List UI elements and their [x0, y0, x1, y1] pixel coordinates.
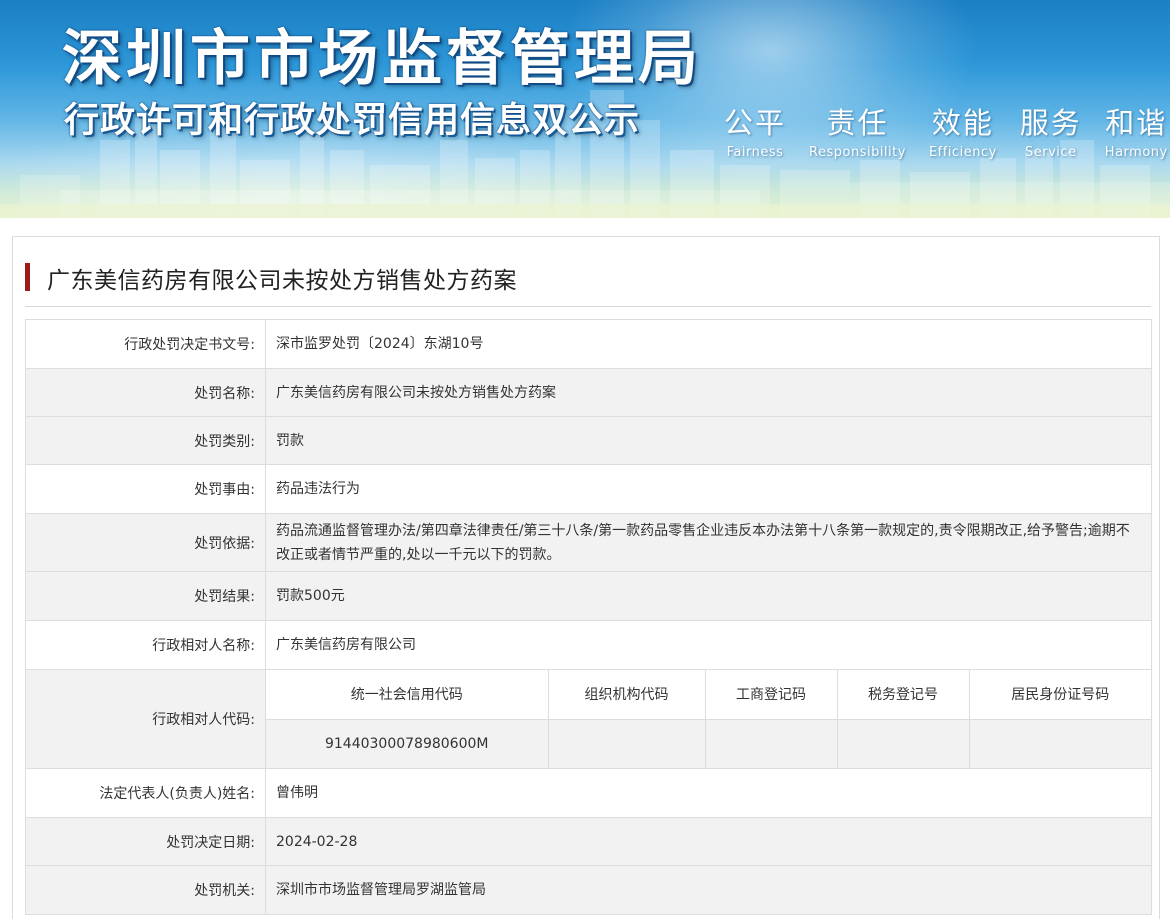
case-detail-panel: 广东美信药房有限公司未按处方销售处方药案 行政处罚决定书文号: 深市监罗处罚〔2… [12, 236, 1160, 919]
value-item: 公平 Fairness [724, 100, 786, 160]
value-cn: 公平 [724, 106, 787, 140]
value-en: Responsibility [809, 145, 906, 160]
case-header: 广东美信药房有限公司未按处方销售处方药案 [25, 259, 1151, 307]
table-row-party-codes: 行政相对人代码: 统一社会信用代码 组织机构代码 工商登记码 税务登记号 居民身… [25, 669, 1152, 769]
code-header: 统一社会信用代码 [266, 670, 549, 720]
value-en: Service [1025, 145, 1077, 160]
row-label: 处罚机关: [25, 865, 266, 915]
row-label: 行政相对人名称: [25, 620, 266, 670]
code-header: 税务登记号 [837, 670, 970, 720]
value-item: 效能 Efficiency [929, 100, 997, 160]
table-row-penalty-basis: 处罚依据: 药品流通监督管理办法/第四章法律责任/第三十八条/第一款药品零售企业… [25, 513, 1152, 572]
row-label: 行政处罚决定书文号: [25, 319, 266, 369]
code-header: 组织机构代码 [548, 670, 706, 720]
value-item: 责任 Responsibility [809, 100, 906, 160]
table-row-decision-number: 行政处罚决定书文号: 深市监罗处罚〔2024〕东湖10号 [25, 319, 1152, 369]
row-value: 罚款500元 [265, 571, 1152, 621]
portal-subtitle: 行政许可和行政处罚信用信息双公示 [64, 101, 641, 141]
table-row-penalty-category: 处罚类别: 罚款 [25, 416, 1152, 465]
header-banner: 深圳市市场监督管理局 行政许可和行政处罚信用信息双公示 公平 Fairness … [0, 0, 1170, 218]
row-label: 处罚事由: [25, 464, 266, 514]
value-cn: 服务 [1019, 106, 1082, 140]
table-row-decision-date: 处罚决定日期: 2024-02-28 [25, 817, 1152, 866]
codes-value-row: 91440300078980600M [266, 719, 1151, 768]
code-value: 91440300078980600M [266, 719, 549, 768]
table-row-legal-representative: 法定代表人(负责人)姓名: 曾伟明 [25, 768, 1152, 818]
table-row-penalty-reason: 处罚事由: 药品违法行为 [25, 464, 1152, 514]
value-item: 和谐 Harmony [1105, 100, 1168, 160]
value-en: Efficiency [928, 145, 997, 160]
core-values: 公平 Fairness 责任 Responsibility 效能 Efficie… [724, 100, 1170, 160]
value-cn: 和谐 [1105, 106, 1168, 140]
row-value: 2024-02-28 [265, 817, 1152, 866]
code-header: 居民身份证号码 [969, 670, 1151, 720]
row-label: 行政相对人代码: [25, 669, 266, 769]
value-cn: 效能 [931, 106, 994, 140]
value-en: Fairness [726, 145, 784, 160]
value-en: Harmony [1104, 145, 1168, 160]
code-value [705, 719, 838, 768]
row-value: 罚款 [265, 416, 1152, 465]
row-value: 深市监罗处罚〔2024〕东湖10号 [265, 319, 1152, 369]
table-row-penalty-authority: 处罚机关: 深圳市市场监督管理局罗湖监管局 [25, 865, 1152, 915]
value-item: 服务 Service [1020, 100, 1082, 160]
row-label: 法定代表人(负责人)姓名: [25, 768, 266, 818]
penalty-info-table: 行政处罚决定书文号: 深市监罗处罚〔2024〕东湖10号 处罚名称: 广东美信药… [25, 319, 1152, 915]
value-cn: 责任 [826, 106, 889, 140]
code-value [837, 719, 970, 768]
code-header: 工商登记码 [705, 670, 838, 720]
row-value: 药品违法行为 [265, 464, 1152, 514]
codes-header-row: 统一社会信用代码 组织机构代码 工商登记码 税务登记号 居民身份证号码 [266, 670, 1151, 720]
case-title: 广东美信药房有限公司未按处方销售处方药案 [47, 268, 517, 294]
code-value [969, 719, 1151, 768]
row-value: 曾伟明 [265, 768, 1152, 818]
row-label: 处罚类别: [25, 416, 266, 465]
title-accent-bar [25, 263, 30, 291]
row-label: 处罚依据: [25, 513, 266, 572]
codes-cell: 统一社会信用代码 组织机构代码 工商登记码 税务登记号 居民身份证号码 9144… [265, 669, 1152, 769]
row-label: 处罚结果: [25, 571, 266, 621]
row-value: 广东美信药房有限公司 [265, 620, 1152, 670]
table-row-penalty-name: 处罚名称: 广东美信药房有限公司未按处方销售处方药案 [25, 368, 1152, 417]
agency-title: 深圳市市场监督管理局 [62, 24, 702, 94]
row-label: 处罚名称: [25, 368, 266, 417]
row-label: 处罚决定日期: [25, 817, 266, 866]
table-row-penalty-result: 处罚结果: 罚款500元 [25, 571, 1152, 621]
row-value: 深圳市市场监督管理局罗湖监管局 [265, 865, 1152, 915]
code-value [548, 719, 706, 768]
row-value: 广东美信药房有限公司未按处方销售处方药案 [265, 368, 1152, 417]
table-row-party-name: 行政相对人名称: 广东美信药房有限公司 [25, 620, 1152, 670]
party-codes-table: 统一社会信用代码 组织机构代码 工商登记码 税务登记号 居民身份证号码 9144… [266, 670, 1151, 768]
row-value: 药品流通监督管理办法/第四章法律责任/第三十八条/第一款药品零售企业违反本办法第… [265, 513, 1152, 572]
